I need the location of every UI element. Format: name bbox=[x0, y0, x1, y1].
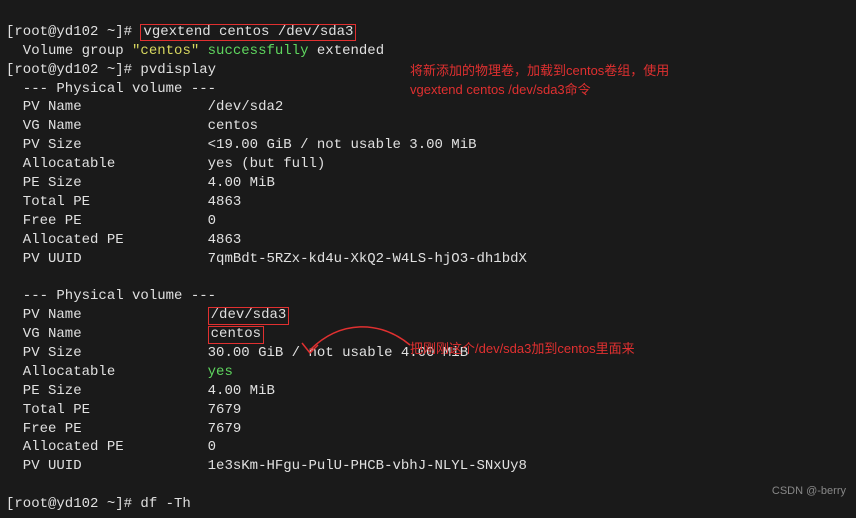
prompt: [root@yd102 ~]# bbox=[6, 496, 140, 512]
pv-row: Free PE 7679 bbox=[6, 421, 241, 437]
pv-row: VG Name centos bbox=[6, 118, 258, 134]
pv-row: Total PE 7679 bbox=[6, 402, 241, 418]
pvname-sda3-box: /dev/sda3 bbox=[208, 307, 290, 324]
pv-header: --- Physical volume --- bbox=[6, 288, 216, 304]
pv-row: PE Size 4.00 MiB bbox=[6, 175, 275, 191]
cmd-vgextend-box: vgextend centos /dev/sda3 bbox=[140, 24, 356, 41]
pv-row: PV UUID 7qmBdt-5RZx-kd4u-XkQ2-W4LS-hjO3-… bbox=[6, 251, 527, 267]
pv-row: Allocated PE 4863 bbox=[6, 232, 241, 248]
pv-row: VG Name centos bbox=[6, 326, 264, 342]
pv-row: PV Size 30.00 GiB / not usable 4.00 MiB bbox=[6, 345, 468, 361]
prompt: [root@yd102 ~]# bbox=[6, 24, 140, 40]
pv-row: PV Name /dev/sda3 bbox=[6, 307, 289, 323]
output-line: Volume group "centos" successfully exten… bbox=[6, 43, 384, 59]
pv-row: Allocated PE 0 bbox=[6, 439, 216, 455]
pv-row: PV UUID 1e3sKm-HFgu-PulU-PHCB-vbhJ-NLYL-… bbox=[6, 458, 527, 474]
pv-row: Allocatable yes bbox=[6, 364, 233, 380]
prompt: [root@yd102 ~]# bbox=[6, 62, 140, 78]
cmd-pvdisplay: pvdisplay bbox=[140, 62, 216, 78]
pv-row: Total PE 4863 bbox=[6, 194, 241, 210]
annotation-2: 把刚刚这个/dev/sda3加到centos里面来 bbox=[410, 338, 760, 357]
annotation-1: 将新添加的物理卷，加载到centos卷组，使用 vgextend centos … bbox=[410, 60, 760, 98]
pv-row: Free PE 0 bbox=[6, 213, 216, 229]
cmd-df: df -Th bbox=[140, 496, 190, 512]
pv-row: PE Size 4.00 MiB bbox=[6, 383, 275, 399]
pv-header: --- Physical volume --- bbox=[6, 81, 216, 97]
pv-row: PV Name /dev/sda2 bbox=[6, 99, 283, 115]
vgname-centos-box: centos bbox=[208, 326, 264, 343]
pv-row: Allocatable yes (but full) bbox=[6, 156, 325, 172]
pv-row: PV Size <19.00 GiB / not usable 3.00 MiB bbox=[6, 137, 477, 153]
watermark: CSDN @-berry bbox=[772, 485, 846, 497]
